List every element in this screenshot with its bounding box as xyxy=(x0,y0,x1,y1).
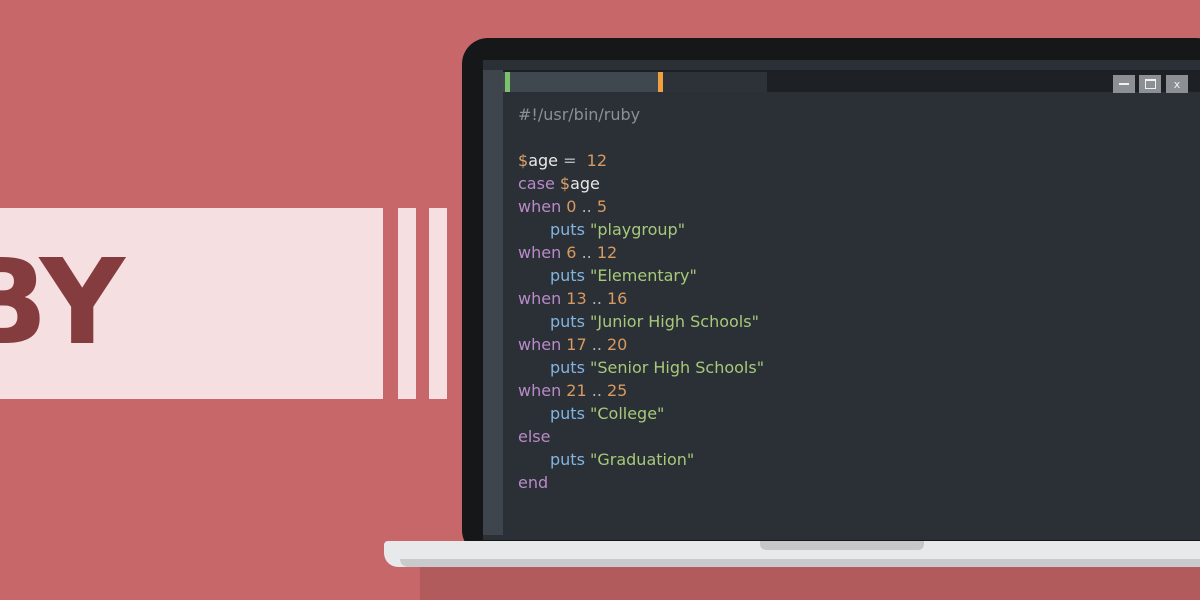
code-token-op: = xyxy=(558,151,587,170)
code-token-var: age xyxy=(528,151,558,170)
code-token-op: .. xyxy=(576,243,597,262)
code-line: puts "Junior High Schools" xyxy=(518,310,764,333)
editor-gutter xyxy=(483,70,503,535)
code-token-str: "Graduation" xyxy=(590,450,695,469)
code-token-kw: when xyxy=(518,197,567,216)
minimize-button[interactable] xyxy=(1113,75,1135,93)
code-token-kw: case xyxy=(518,174,560,193)
code-token-kw: else xyxy=(518,427,551,446)
code-token-fn: puts xyxy=(550,266,590,285)
code-token-op: .. xyxy=(576,197,597,216)
editor-tab-active[interactable] xyxy=(503,72,663,92)
code-token-kw: when xyxy=(518,289,567,308)
maximize-icon xyxy=(1144,79,1156,89)
code-line: else xyxy=(518,425,764,448)
code-token-kw: when xyxy=(518,381,567,400)
close-icon: x xyxy=(1173,77,1181,91)
banner-stripe xyxy=(429,208,447,399)
code-token-str: "Elementary" xyxy=(590,266,697,285)
code-line: puts "Senior High Schools" xyxy=(518,356,764,379)
code-line: when 21 .. 25 xyxy=(518,379,764,402)
code-token-num: 6 xyxy=(566,243,577,262)
code-token-fn: puts xyxy=(550,404,590,423)
code-token-str: "Senior High Schools" xyxy=(590,358,765,377)
code-token-num: 12 xyxy=(596,243,618,262)
code-line: puts "Graduation" xyxy=(518,448,764,471)
code-token-fn: puts xyxy=(550,312,590,331)
code-token-dollar: $ xyxy=(518,151,529,170)
code-token-fn: puts xyxy=(550,358,590,377)
maximize-button[interactable] xyxy=(1139,75,1161,93)
code-token-str: "playgroup" xyxy=(590,220,686,239)
code-token-var: age xyxy=(570,174,600,193)
banner-stripe xyxy=(398,208,416,399)
code-token-comment: #!/usr/bin/ruby xyxy=(518,105,641,124)
code-line: case $age xyxy=(518,172,764,195)
code-line: #!/usr/bin/ruby xyxy=(518,103,764,126)
code-line: end xyxy=(518,471,764,494)
code-line: puts "Elementary" xyxy=(518,264,764,287)
code-line: puts "College" xyxy=(518,402,764,425)
code-token-num: 12 xyxy=(586,151,608,170)
code-token-num: 20 xyxy=(607,335,628,354)
code-token-fn: puts xyxy=(550,450,590,469)
editor-tab[interactable] xyxy=(663,72,767,92)
code-token-str: "College" xyxy=(590,404,665,423)
code-token-dollar: $ xyxy=(559,174,571,193)
code-token-num: 0 xyxy=(566,197,577,216)
code-token-op: .. xyxy=(586,381,607,400)
code-line: when 13 .. 16 xyxy=(518,287,764,310)
code-token-num: 13 xyxy=(566,289,587,308)
banner-title: BY xyxy=(0,233,125,371)
code-line: when 0 .. 5 xyxy=(518,195,764,218)
code-line: when 17 .. 20 xyxy=(518,333,764,356)
minimize-icon xyxy=(1119,83,1129,85)
code-editor[interactable]: #!/usr/bin/ruby $age = 12 case $age when 0 … xyxy=(518,103,764,494)
code-line: puts "playgroup" xyxy=(518,218,764,241)
code-token-op: .. xyxy=(586,289,607,308)
code-token-op: .. xyxy=(586,335,607,354)
code-line: $age = 12 xyxy=(518,149,764,172)
code-token-kw: when xyxy=(518,335,567,354)
laptop-shadow xyxy=(420,566,1200,600)
laptop-notch xyxy=(760,541,924,550)
code-token-str: "Junior High Schools" xyxy=(590,312,759,331)
tab-modified-indicator xyxy=(505,72,510,92)
code-token-num: 21 xyxy=(566,381,587,400)
code-token-num: 16 xyxy=(607,289,628,308)
code-token-num: 5 xyxy=(596,197,608,216)
code-line: when 6 .. 12 xyxy=(518,241,764,264)
code-token-kw: end xyxy=(518,473,549,492)
code-token-fn: puts xyxy=(550,220,590,239)
code-token-kw: when xyxy=(518,243,567,262)
close-button[interactable]: x xyxy=(1166,75,1188,93)
code-token-num: 17 xyxy=(566,335,587,354)
code-token-num: 25 xyxy=(607,381,628,400)
laptop-base-edge xyxy=(400,559,1200,567)
